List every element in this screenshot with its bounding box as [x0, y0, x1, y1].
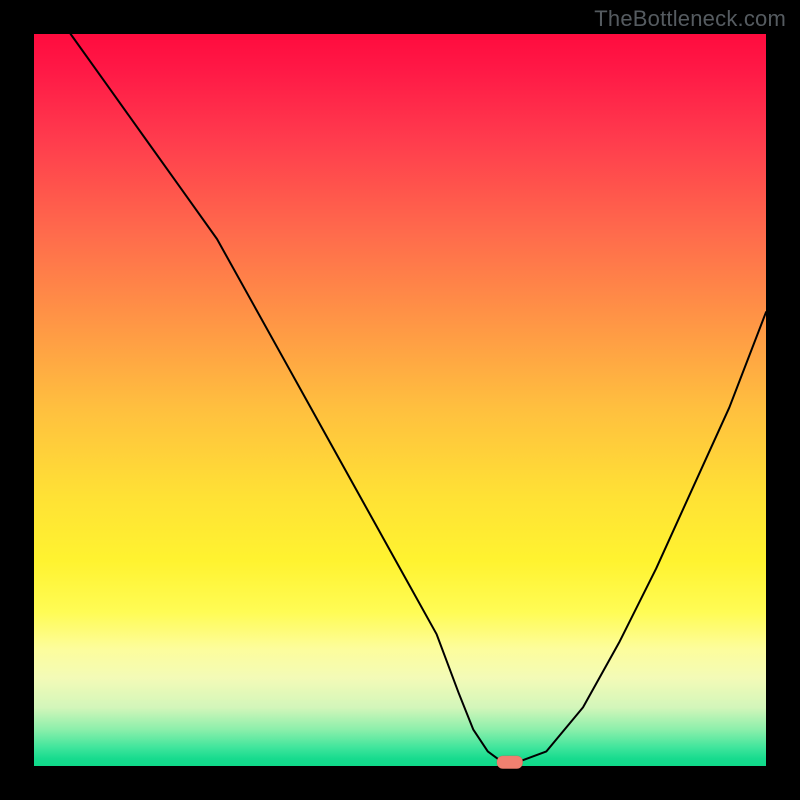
chart-frame: TheBottleneck.com — [0, 0, 800, 800]
watermark-text: TheBottleneck.com — [594, 6, 786, 32]
chart-svg — [34, 34, 766, 766]
optimal-marker — [497, 756, 523, 769]
plot-area — [34, 34, 766, 766]
bottleneck-curve — [71, 34, 766, 762]
